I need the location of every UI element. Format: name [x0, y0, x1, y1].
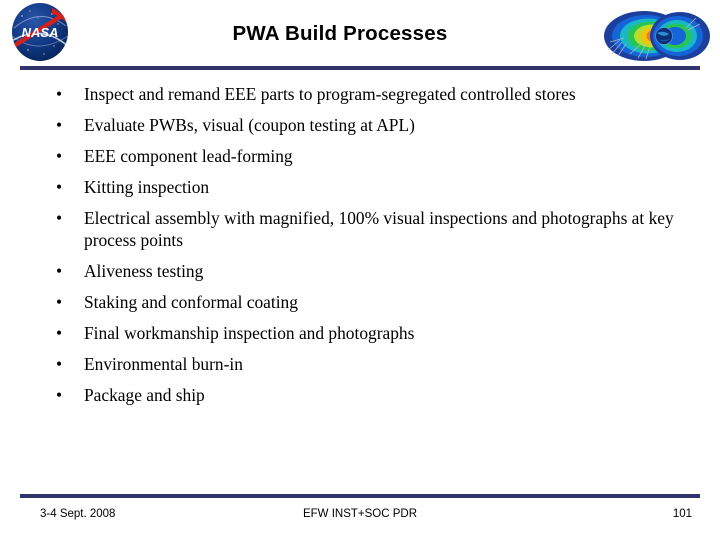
- bullet-marker-icon: •: [56, 384, 63, 405]
- bullet-marker-icon: •: [56, 353, 63, 374]
- slide-footer: 3-4 Sept. 2008 EFW INST+SOC PDR 101: [0, 506, 720, 530]
- list-item: • Aliveness testing: [50, 261, 680, 283]
- list-item: • Evaluate PWBs, visual (coupon testing …: [50, 115, 680, 137]
- footer-page-number: 101: [672, 508, 692, 520]
- list-item: • Inspect and remand EEE parts to progra…: [50, 84, 680, 106]
- bullet-marker-icon: •: [56, 84, 63, 104]
- list-item-text: Inspect and remand EEE parts to program-…: [84, 84, 576, 104]
- list-item-text: Package and ship: [84, 384, 205, 405]
- list-item: • Final workmanship inspection and photo…: [50, 323, 680, 345]
- bullet-marker-icon: •: [56, 208, 63, 228]
- footer-divider: [20, 494, 700, 498]
- list-item-text: Environmental burn-in: [84, 353, 243, 374]
- bullet-marker-icon: •: [56, 291, 63, 312]
- list-item: • Electrical assembly with magnified, 10…: [50, 208, 680, 251]
- bullet-marker-icon: •: [56, 146, 63, 166]
- slide-title: PWA Build Processes: [232, 22, 448, 45]
- list-item-text: Evaluate PWBs, visual (coupon testing at…: [84, 115, 415, 135]
- bullet-list: • Inspect and remand EEE parts to progra…: [50, 84, 680, 416]
- footer-title: EFW INST+SOC PDR: [302, 508, 418, 520]
- list-item: • Staking and conformal coating: [50, 292, 680, 314]
- nasa-logo-wordmark: NASA: [22, 25, 59, 40]
- bullet-marker-icon: •: [56, 322, 63, 343]
- list-item-text: Staking and conformal coating: [84, 291, 298, 312]
- list-item: • Package and ship: [50, 385, 680, 407]
- list-item-text: EEE component lead-forming: [84, 146, 293, 166]
- nasa-logo-icon: NASA: [8, 2, 72, 62]
- bullet-marker-icon: •: [56, 177, 63, 197]
- slide-header: NASA PWA Build Processes: [0, 0, 720, 72]
- header-divider: [20, 66, 700, 70]
- radiation-belt-graphic-icon: [602, 6, 714, 66]
- list-item: • EEE component lead-forming: [50, 146, 680, 168]
- list-item: • Environmental burn-in: [50, 354, 680, 376]
- list-item-text: Final workmanship inspection and photogr…: [84, 322, 415, 343]
- list-item-text: Electrical assembly with magnified, 100%…: [84, 208, 674, 250]
- bullet-marker-icon: •: [56, 115, 63, 135]
- list-item-text: Kitting inspection: [84, 177, 210, 197]
- list-item-text: Aliveness testing: [84, 260, 204, 281]
- list-item: • Kitting inspection: [50, 177, 680, 199]
- bullet-marker-icon: •: [56, 260, 63, 281]
